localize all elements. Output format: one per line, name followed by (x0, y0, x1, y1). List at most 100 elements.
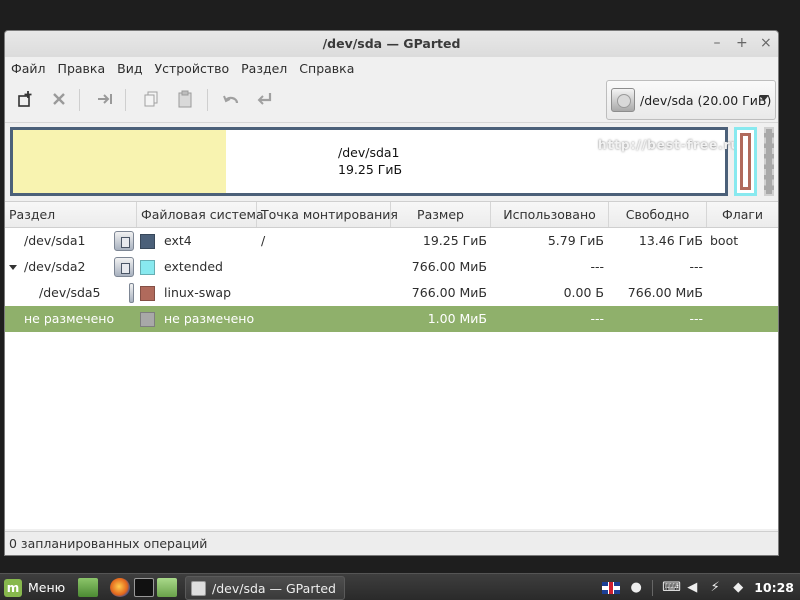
watermark: http://best-free.ru (598, 138, 741, 152)
maximize-button[interactable]: + (736, 35, 748, 51)
network-icon[interactable]: ⚡ (708, 580, 722, 595)
cell-used: 5.79 ГиБ (547, 233, 604, 248)
cell-partition: /dev/sda1 (24, 233, 86, 248)
chevron-down-icon (759, 95, 769, 101)
undo-button[interactable] (219, 87, 243, 111)
menu-device[interactable]: Устройство (154, 61, 235, 76)
menu-edit[interactable]: Правка (58, 61, 112, 76)
device-selector-label: /dev/sda (20.00 ГиБ) (640, 92, 772, 108)
column-partition[interactable]: Раздел (5, 202, 137, 227)
used-space-fill (13, 130, 226, 193)
table-header: Раздел Файловая система Точка монтирован… (5, 202, 778, 228)
status-bar: 0 запланированных операций (5, 531, 778, 555)
partition-table: Раздел Файловая система Точка монтирован… (5, 201, 778, 529)
cell-used: 0.00 Б (563, 285, 604, 300)
window-controls: – + × (712, 35, 772, 51)
menu-file[interactable]: Файл (11, 61, 52, 76)
copy-icon (144, 91, 158, 107)
new-partition-icon (18, 91, 32, 107)
toolbar-separator (79, 89, 80, 111)
cell-free: --- (689, 259, 703, 274)
taskbar-item-gparted[interactable]: /dev/sda — GParted (185, 576, 345, 600)
cell-filesystem: extended (164, 259, 223, 274)
partition-block-size: 19.25 ГиБ (338, 162, 403, 177)
device-selector[interactable]: /dev/sda (20.00 ГиБ) (606, 80, 776, 120)
partition-block-swap[interactable] (740, 133, 751, 190)
close-button[interactable]: × (760, 35, 772, 51)
cell-filesystem: linux-swap (164, 285, 232, 300)
fs-color-swatch (140, 234, 155, 249)
menu-partition[interactable]: Раздел (241, 61, 293, 76)
cell-size: 766.00 МиБ (411, 285, 487, 300)
system-tray: ● ⌨ ◀ ⚡ ◆ 10:28 (602, 574, 800, 600)
cell-free: --- (689, 311, 703, 326)
shield-icon[interactable]: ◆ (731, 580, 745, 595)
cell-partition: /dev/sda5 (39, 285, 101, 300)
menu-help[interactable]: Справка (299, 61, 360, 76)
toolbar-separator (207, 89, 208, 111)
delete-icon (53, 93, 65, 105)
resize-move-button[interactable] (93, 87, 117, 111)
cell-size: 19.25 ГиБ (422, 233, 487, 248)
column-free[interactable]: Свободно (609, 202, 707, 227)
fs-color-swatch (140, 286, 155, 301)
undo-icon (223, 95, 239, 104)
apply-icon (257, 93, 272, 105)
column-used[interactable]: Использовано (491, 202, 609, 227)
column-mountpoint[interactable]: Точка монтирования (257, 202, 398, 227)
cell-used: --- (590, 259, 604, 274)
keyboard-layout-flag-icon[interactable] (602, 581, 621, 594)
new-partition-button[interactable] (13, 87, 37, 111)
gparted-window: /dev/sda — GParted – + × Файл Правка Вид… (4, 30, 779, 556)
fs-color-swatch (140, 312, 155, 327)
expander-arrow-icon[interactable] (9, 265, 17, 270)
table-row-selected[interactable]: не размечено не размечено 1.00 МиБ --- -… (5, 306, 778, 332)
cell-used: --- (590, 311, 604, 326)
partition-block-extended[interactable] (734, 127, 757, 196)
copy-button[interactable] (139, 87, 163, 111)
mint-logo-icon: m (4, 578, 22, 597)
cell-partition: /dev/sda2 (24, 259, 86, 274)
files-icon[interactable] (157, 578, 177, 597)
resize-move-icon (98, 94, 112, 104)
volume-icon[interactable]: ◀ (685, 580, 699, 595)
harddisk-icon (611, 88, 635, 112)
swap-active-icon (129, 283, 134, 303)
menu-view[interactable]: Вид (117, 61, 148, 76)
cell-size: 1.00 МиБ (427, 311, 487, 326)
title-bar[interactable]: /dev/sda — GParted – + × (5, 31, 778, 57)
show-desktop-icon[interactable] (78, 578, 98, 597)
cell-free: 766.00 МиБ (627, 285, 703, 300)
cell-filesystem: не размечено (164, 311, 255, 326)
gparted-app-icon (191, 580, 206, 596)
taskbar-item-label: /dev/sda — GParted (212, 580, 336, 596)
start-menu-button[interactable]: m Меню (4, 577, 65, 598)
menu-bar: Файл Правка Вид Устройство Раздел Справк… (5, 57, 778, 79)
column-size[interactable]: Размер (391, 202, 491, 227)
user-icon[interactable]: ● (629, 580, 643, 595)
cell-partition: не размечено (24, 311, 115, 326)
column-filesystem[interactable]: Файловая система (137, 202, 264, 227)
apply-button[interactable] (253, 87, 277, 111)
firefox-icon[interactable] (110, 578, 130, 597)
cell-free: 13.46 ГиБ (638, 233, 703, 248)
paste-icon (178, 90, 192, 108)
clock[interactable]: 10:28 (754, 580, 794, 595)
keyboard-icon[interactable]: ⌨ (662, 580, 681, 595)
terminal-icon[interactable] (134, 578, 154, 597)
table-row[interactable]: /dev/sda1 ext4 / 19.25 ГиБ 5.79 ГиБ 13.4… (5, 228, 778, 254)
fs-color-swatch (140, 260, 155, 275)
paste-button[interactable] (173, 87, 197, 111)
column-flags[interactable]: Флаги (707, 202, 778, 227)
minimize-button[interactable]: – (712, 35, 722, 51)
partition-block-label: /dev/sda1 19.25 ГиБ (338, 144, 402, 178)
window-title: /dev/sda — GParted (322, 36, 461, 51)
table-row[interactable]: /dev/sda5 linux-swap 766.00 МиБ 0.00 Б 7… (5, 280, 778, 306)
partition-block-name: /dev/sda1 (338, 145, 400, 160)
mounted-lock-icon (114, 257, 134, 277)
partition-block-unallocated[interactable] (764, 127, 774, 196)
table-row[interactable]: /dev/sda2 extended 766.00 МиБ --- --- (5, 254, 778, 280)
toolbar-separator (125, 89, 126, 111)
tray-separator (652, 579, 654, 596)
delete-button[interactable] (47, 87, 71, 111)
